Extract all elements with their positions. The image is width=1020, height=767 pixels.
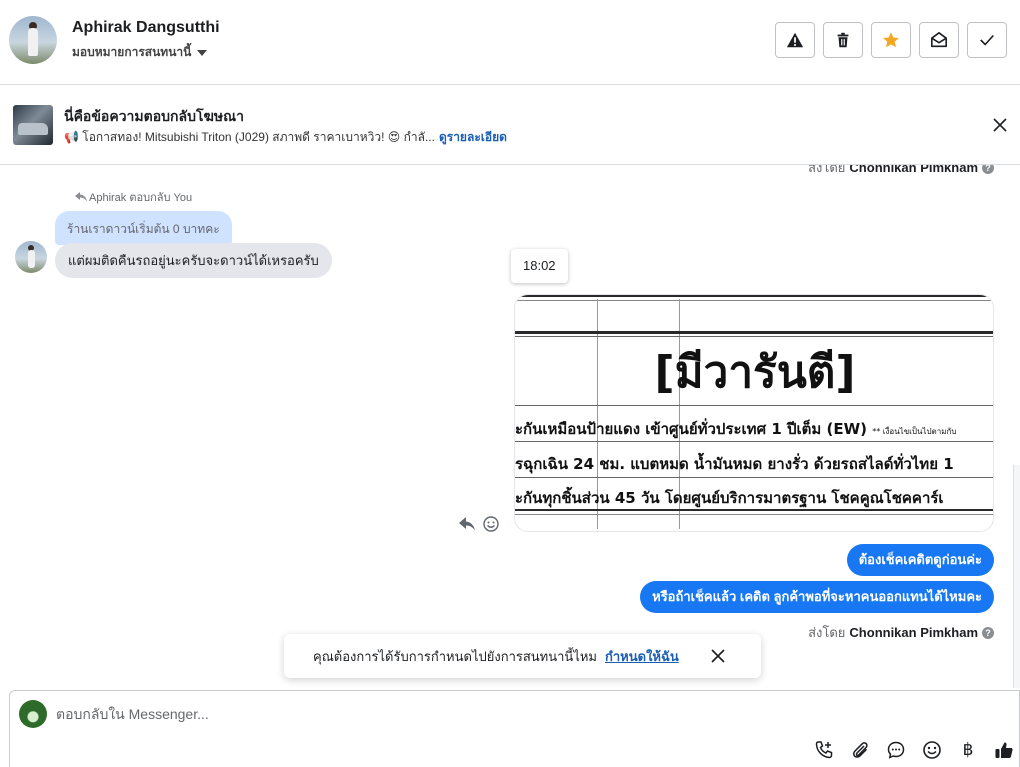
emoji-icon	[923, 741, 941, 759]
outgoing-message[interactable]: ต้องเช็คเคดิตดูก่อนค่ะ	[846, 544, 994, 576]
image-rule	[515, 514, 993, 515]
check-icon	[980, 34, 994, 46]
mark-done-button[interactable]	[967, 22, 1007, 58]
paperclip-icon	[853, 742, 868, 758]
sent-by-label: ส่งโดย Chonnikan Pimkham ?	[808, 622, 994, 643]
emoji-button[interactable]	[921, 739, 943, 761]
assign-to-me-link[interactable]: กำหนดให้ฉัน	[605, 646, 679, 667]
like-button[interactable]	[993, 739, 1015, 761]
sent-by-name: Chonnikan Pimkham	[849, 165, 978, 175]
call-add-icon	[815, 741, 833, 759]
warning-icon	[786, 32, 804, 48]
image-text-line: รฉุกเฉิน 24 ชม. แบตหมด น้ำมันหมด ยางรั่ว…	[515, 455, 954, 473]
reply-input[interactable]	[56, 703, 656, 725]
saved-replies-button[interactable]	[885, 739, 907, 761]
assign-prompt-toast: คุณต้องการได้รับการกำหนดไปยังการสนทนานี้…	[284, 634, 761, 678]
image-text-line: ะกันเหมือนป้ายแดง เข้าศูนย์ทั่วประเทศ 1 …	[515, 417, 956, 441]
call-add-button[interactable]	[813, 739, 835, 761]
star-button[interactable]	[871, 22, 911, 58]
payment-button[interactable]: ฿	[957, 739, 979, 761]
close-ad-banner-button[interactable]	[990, 115, 1010, 135]
image-attachment[interactable]: [มีวารันตี] ะกันเหมือนป้ายแดง เข้าศูนย์ท…	[514, 294, 994, 532]
react-button[interactable]	[482, 515, 500, 533]
timestamp-tooltip: 18:02	[511, 249, 568, 283]
sent-by-prefix: ส่งโดย	[808, 625, 846, 640]
chat-bubble-icon	[887, 741, 905, 759]
assign-conversation-dropdown[interactable]: มอบหมายการสนทนานี้	[72, 43, 208, 62]
image-rule	[515, 405, 993, 406]
reply-note-text: Aphirak ตอบกลับ You	[89, 192, 193, 204]
image-rule	[515, 300, 993, 301]
image-line-1: ะกันเหมือนป้ายแดง เข้าศูนย์ทั่วประเทศ 1 …	[515, 420, 867, 438]
reply-button[interactable]	[458, 515, 476, 533]
envelope-open-icon	[930, 31, 948, 48]
emoji-icon	[483, 516, 499, 532]
help-icon[interactable]: ?	[982, 626, 994, 639]
image-heading: [มีวารันตี]	[654, 347, 856, 398]
image-rule	[515, 477, 993, 478]
help-icon[interactable]: ?	[982, 165, 994, 174]
message-actions	[458, 515, 500, 533]
sender-avatar[interactable]	[15, 241, 47, 273]
image-text-line: ะกันทุกชิ้นส่วน 45 วัน โดยศูนย์บริการมาต…	[515, 489, 944, 507]
image-small-note: ** เงื่อนไขเป็นไปตามกับ	[872, 427, 957, 436]
assign-label: มอบหมายการสนทนานี้	[72, 45, 192, 59]
image-rule	[515, 331, 993, 334]
composer-tools: ฿	[813, 739, 1015, 761]
contact-avatar[interactable]	[9, 16, 57, 64]
delete-button[interactable]	[823, 22, 863, 58]
image-rule	[515, 509, 993, 511]
conversation-toolbar	[775, 22, 1007, 58]
close-icon	[993, 118, 1007, 132]
page-avatar	[19, 700, 47, 728]
assign-prompt-text: คุณต้องการได้รับการกำหนดไปยังการสนทนานี้…	[313, 648, 597, 664]
contact-name[interactable]: Aphirak Dangsutthi	[72, 19, 220, 37]
incoming-message[interactable]: แต่ผมติดคืนรถอยู่นะครับจะดาวน์ได้เหรอครั…	[55, 243, 332, 278]
mark-unread-button[interactable]	[919, 22, 959, 58]
attach-button[interactable]	[849, 739, 871, 761]
star-icon	[883, 32, 899, 48]
caret-down-icon	[197, 49, 208, 56]
reply-arrow-icon	[75, 192, 87, 202]
ad-banner-text-row: 📢 โอกาสทอง! Mitsubishi Triton (J029) สภา…	[64, 128, 507, 147]
image-rule	[515, 295, 993, 297]
trash-icon	[837, 32, 849, 48]
reply-icon	[459, 517, 475, 531]
ad-reply-banner: นี่คือข้อความตอบกลับโฆษณา 📢 โอกาสทอง! Mi…	[0, 85, 1020, 165]
reply-note: Aphirak ตอบกลับ You	[75, 188, 192, 206]
message-list[interactable]: ส่งโดย Chonnikan Pimkham ? Aphirak ตอบกล…	[0, 165, 1010, 685]
conversation-header: Aphirak Dangsutthi มอบหมายการสนทนานี้	[0, 0, 1020, 85]
messenger-conversation-view: Aphirak Dangsutthi มอบหมายการสนทนานี้ นี…	[0, 0, 1020, 767]
sent-by-prefix: ส่งโดย	[808, 165, 846, 175]
sent-by-name: Chonnikan Pimkham	[849, 625, 978, 640]
sent-by-label: ส่งโดย Chonnikan Pimkham ?	[808, 165, 994, 178]
close-icon	[711, 649, 725, 663]
close-toast-button[interactable]	[709, 647, 727, 665]
ad-banner-title: นี่คือข้อความตอบกลับโฆษณา	[64, 108, 244, 124]
image-rule	[515, 441, 993, 442]
thumbs-up-icon	[995, 742, 1013, 758]
ad-details-link[interactable]: ดูรายละเอียด	[439, 128, 507, 147]
outgoing-message[interactable]: หรือถ้าเช็คแล้ว เคดิต ลูกค้าพอที่จะหาคนอ…	[640, 581, 994, 613]
baht-icon: ฿	[962, 740, 974, 759]
spam-button[interactable]	[775, 22, 815, 58]
ad-thumbnail	[13, 105, 53, 145]
message-composer: ฿	[9, 690, 1020, 767]
quoted-message[interactable]: ร้านเราดาวน์เริ่มต้น 0 บาทคะ	[55, 211, 232, 245]
ad-banner-text: 📢 โอกาสทอง! Mitsubishi Triton (J029) สภา…	[64, 130, 435, 144]
side-panel-edge	[1013, 465, 1020, 688]
